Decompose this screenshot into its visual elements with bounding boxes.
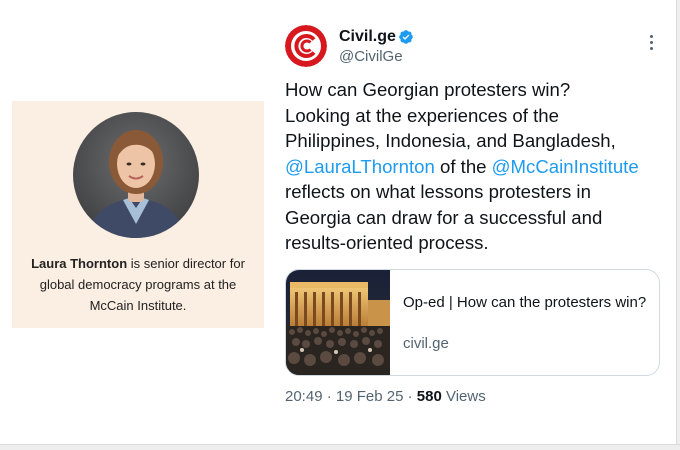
tweet-mid-text: of the (434, 155, 492, 177)
link-preview-domain: civil.ge (403, 335, 449, 352)
tweet-date[interactable]: 19 Feb 25 (336, 388, 404, 405)
link-preview-title: Op-ed | How can the protesters win? (403, 294, 647, 311)
link-preview-thumbnail (286, 270, 390, 375)
tweet-line: Looking at the experiences of the (285, 104, 559, 126)
caption-line2: global democracy programs at the (39, 277, 237, 292)
screenshot-frame-bottom (0, 444, 680, 450)
verified-badge-icon (399, 30, 413, 44)
link-preview-card[interactable]: Op-ed | How can the protesters win? civi… (285, 269, 660, 376)
caption-line3: McCain Institute. (89, 298, 187, 313)
civil-ge-logo-icon (285, 25, 327, 67)
mention-laura-thornton[interactable]: @LauraLThornton (285, 156, 435, 177)
meta-separator: · (322, 388, 336, 405)
caption-line1: is senior director for (127, 256, 245, 271)
tweet-text: How can Georgian protesters win? Looking… (285, 77, 665, 256)
tweet-mention-line: @LauraLThornton of the @McCainInstitute (285, 154, 665, 180)
views-count: 580 (416, 388, 442, 405)
author-name: Laura Thornton (31, 256, 128, 271)
author-caption: Laura Thornton is senior director for gl… (18, 253, 258, 316)
meta-separator: · (403, 388, 417, 405)
tweet-line: reflects on what lessons protesters in (285, 181, 591, 202)
tweet-time[interactable]: 20:49 (285, 388, 323, 405)
screenshot-frame-right (676, 0, 680, 449)
tweet-meta: 20:49 · 19 Feb 25 · 580 Views (285, 388, 486, 405)
tweet-line: Georgia can draw for a successful and (285, 206, 603, 228)
author-portrait (73, 112, 199, 238)
civil-ge-logo-avatar[interactable] (285, 25, 327, 67)
tweet-line: How can Georgian protesters win? (285, 79, 571, 100)
mention-mccain-institute[interactable]: @McCainInstitute (492, 156, 639, 177)
tweet-line: results-oriented process. (285, 232, 489, 253)
more-options-icon[interactable] (643, 32, 659, 52)
views-label: Views (441, 388, 486, 405)
tweet-line: Philippines, Indonesia, and Bangladesh, (285, 130, 616, 151)
handle[interactable]: @CivilGe (339, 48, 403, 65)
display-name[interactable]: Civil.ge (339, 28, 396, 46)
